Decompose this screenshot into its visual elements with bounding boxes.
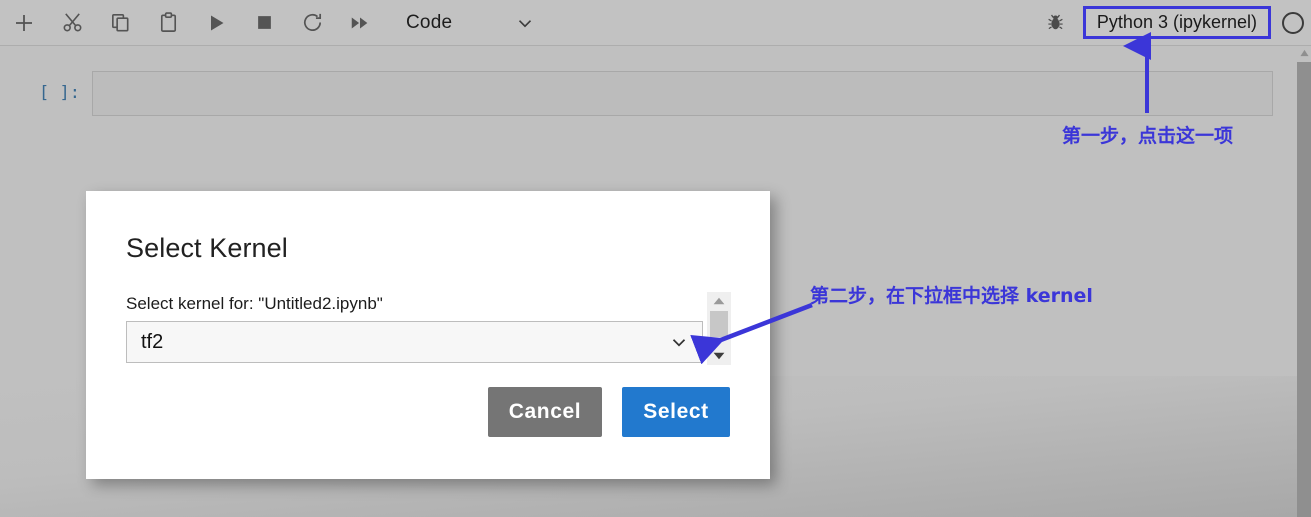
triangle-up-icon[interactable] [707,292,731,310]
bug-icon[interactable] [1039,13,1073,32]
run-icon[interactable] [192,1,240,45]
add-cell-icon[interactable] [0,1,48,45]
cancel-button[interactable]: Cancel [488,387,602,437]
kernel-select-dropdown[interactable]: tf2 [126,321,703,363]
chevron-down-icon [514,12,536,34]
annotation-step2: 第二步，在下拉框中选择 kernel [810,285,1093,307]
cell-type-label: Code [406,11,453,33]
cell-type-dropdown[interactable]: Code [406,1,536,45]
paste-icon[interactable] [144,1,192,45]
stop-icon[interactable] [240,1,288,45]
vertical-scrollbar[interactable] [1297,46,1311,517]
dialog-title: Select Kernel [126,233,288,263]
dialog-body-label: Select kernel for: "Untitled2.ipynb" [126,294,383,313]
cell-input-editor[interactable] [92,71,1273,116]
restart-run-all-icon[interactable] [336,1,384,45]
restart-icon[interactable] [288,1,336,45]
kernel-select-value: tf2 [141,330,164,353]
dialog-footer: Cancel Select [86,387,770,437]
cut-icon[interactable] [48,1,96,45]
kernel-name-button[interactable]: Python 3 (ipykernel) [1082,6,1271,39]
copy-icon[interactable] [96,1,144,45]
kernel-name-label: Python 3 (ipykernel) [1096,12,1257,32]
annotation-step1: 第一步，点击这一项 [1062,125,1234,147]
select-button[interactable]: Select [622,387,730,437]
cell-prompt-label: [ ]: [39,83,80,103]
dialog-scrollbar-thumb[interactable] [710,311,728,337]
notebook-cell: [ ]: [0,71,1273,116]
notebook-toolbar: Code Python 3 (ipykernel) [0,0,1311,46]
triangle-down-icon[interactable] [707,347,731,365]
select-kernel-dialog: Select Kernel Select kernel for: "Untitl… [86,191,770,479]
dialog-scrollbar[interactable] [707,292,731,365]
triangle-up-icon[interactable] [1297,46,1311,60]
jupyterlab-notebook-window: Code Python 3 (ipykernel) []: Select Ke… [0,0,1311,517]
chevron-down-icon [668,331,690,353]
kernel-status-idle-icon[interactable] [1278,11,1308,34]
scrollbar-thumb[interactable] [1297,62,1311,517]
